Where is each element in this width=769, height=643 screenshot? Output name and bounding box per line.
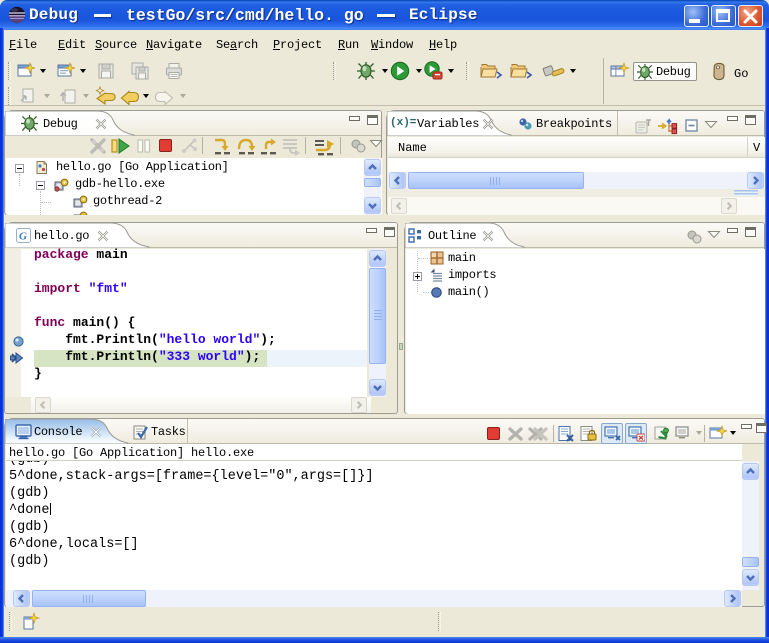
svg-text:G: G [19,231,27,243]
